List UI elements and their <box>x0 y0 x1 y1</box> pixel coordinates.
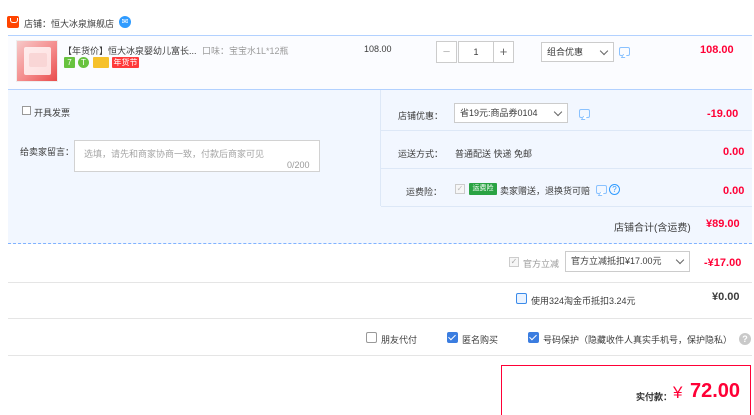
number-protect-checkbox[interactable] <box>528 332 539 343</box>
tmall-guarantee-badge-icon: T <box>78 57 89 68</box>
insurance-text: 卖家赠送，退换货可赔 <box>500 186 591 196</box>
taobao-coin-value: ¥0.00 <box>712 291 740 303</box>
chevron-down-icon <box>599 46 609 56</box>
official-discount-select-value: 官方立减抵扣¥17.00元 <box>571 256 662 266</box>
taobao-coin-label[interactable]: 使用324淘金币抵扣3.24元 <box>531 294 636 307</box>
shop-name-text[interactable]: 恒大冰泉旗舰店 <box>51 19 114 29</box>
official-discount-checkbox: ✓ <box>509 257 519 267</box>
divider <box>381 168 752 169</box>
divider <box>8 318 752 319</box>
message-label: 给卖家留言： <box>20 147 75 157</box>
promo-select-value: 组合优惠 <box>547 47 584 57</box>
pay-label: 实付款： <box>636 392 673 402</box>
question-icon[interactable]: ? <box>609 184 620 195</box>
shop-icon <box>7 16 19 28</box>
shipping-value: 0.00 <box>723 146 745 158</box>
quantity-plus-button[interactable]: + <box>493 41 514 63</box>
shop-name[interactable]: 店铺：恒大冰泉旗舰店 <box>24 17 114 30</box>
pay-currency: ¥ <box>673 383 683 402</box>
friend-pay-checkbox[interactable] <box>366 332 377 343</box>
shipping-label: 运送方式： <box>398 149 444 159</box>
unit-price: 108.00 <box>364 44 392 54</box>
help-icon[interactable]: ? <box>739 333 751 345</box>
divider <box>8 282 752 283</box>
insurance-checkbox: ✓ <box>455 184 465 194</box>
official-discount-select[interactable]: 官方立减抵扣¥17.00元 <box>565 251 690 272</box>
divider <box>381 206 752 207</box>
insurance-label: 运费险： <box>406 187 443 197</box>
pay-amount: 72.00 <box>690 380 741 402</box>
shop-coupon-value: -19.00 <box>707 108 739 120</box>
shop-label: 店铺： <box>24 19 52 29</box>
insurance-value: 0.00 <box>723 185 745 197</box>
product-sku: 口味：宝宝水1L*12瓶 <box>202 46 289 56</box>
credit-card-badge-icon <box>93 57 109 68</box>
divider <box>381 130 752 131</box>
comment-icon[interactable] <box>619 47 630 56</box>
friend-pay-label[interactable]: 朋友代付 <box>381 333 417 346</box>
shipping-insurance-logo: 运费险 <box>469 183 497 195</box>
shop-coupon-select[interactable]: 省19元:商品券0104 <box>454 103 568 123</box>
number-protect-label[interactable]: 号码保护（隐藏收件人真实手机号，保护隐私） <box>543 333 732 346</box>
anonymous-purchase-label[interactable]: 匿名购买 <box>462 333 498 346</box>
anonymous-purchase-checkbox[interactable] <box>447 332 458 343</box>
shop-total-label: 店铺合计(含运费) <box>614 223 691 234</box>
chat-seller-icon[interactable]: ✉ <box>119 16 131 28</box>
message-char-count: 0/200 <box>287 160 310 170</box>
shop-total-value: ¥89.00 <box>706 218 740 230</box>
seven-day-return-badge-icon: 7 <box>64 57 75 68</box>
product-image[interactable] <box>16 40 58 82</box>
taobao-coin-checkbox[interactable] <box>516 293 527 304</box>
divider <box>380 90 381 206</box>
invoice-checkbox[interactable] <box>22 106 31 115</box>
chevron-down-icon <box>553 107 563 117</box>
item-total: 108.00 <box>700 44 734 56</box>
shipping-method: 普通配送 快递 免邮 <box>455 149 533 159</box>
promo-select[interactable]: 组合优惠 <box>541 42 614 62</box>
shop-coupon-label: 店铺优惠： <box>398 111 444 121</box>
invoice-label[interactable]: 开具发票 <box>34 106 70 119</box>
quantity-minus-button[interactable]: − <box>436 41 457 63</box>
divider <box>8 355 752 356</box>
shop-coupon-select-value: 省19元:商品券0104 <box>460 108 538 118</box>
official-discount-label: 官方立减 <box>523 259 560 269</box>
official-discount-value: -¥17.00 <box>704 257 742 269</box>
seller-message-placeholder: 选填，请先和商家协商一致，付款后商家可见 <box>84 149 265 159</box>
quantity-input[interactable]: 1 <box>458 41 494 63</box>
new-year-festival-badge: 年货节 <box>112 57 139 68</box>
comment-icon[interactable] <box>579 109 590 118</box>
chevron-down-icon <box>675 255 685 265</box>
comment-icon[interactable] <box>596 185 607 194</box>
product-title[interactable]: 【年货价】恒大冰泉婴幼儿富长... <box>63 44 198 57</box>
